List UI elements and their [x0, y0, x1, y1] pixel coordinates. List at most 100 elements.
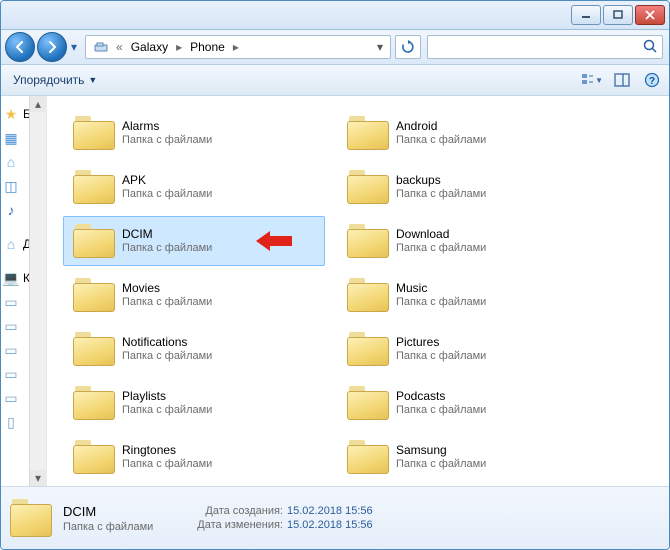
folder-name: backups: [396, 173, 486, 187]
help-button[interactable]: ?: [641, 70, 663, 90]
folder-subtitle: Папка с файлами: [122, 403, 212, 417]
folder-item[interactable]: NotificationsПапка с файлами: [63, 324, 325, 374]
folder-item[interactable]: PodcastsПапка с файлами: [337, 378, 599, 428]
sidebar-item-icon: ⌂: [3, 236, 19, 252]
content-area: ★Би▦⌂◫♪⌂Дс💻Кс▭▭▭▭▭▯ ▴ ▾ AlarmsПапка с фа…: [1, 96, 669, 486]
details-pane: DCIM Папка с файлами Дата создания: 15.0…: [1, 486, 669, 549]
scroll-down-icon[interactable]: ▾: [30, 470, 46, 486]
folder-name: Download: [396, 227, 486, 241]
command-bar: Упорядочить ▼ ▼ ?: [1, 65, 669, 96]
sidebar-item-icon: ▭: [3, 342, 19, 358]
folder-subtitle: Папка с файлами: [122, 295, 212, 309]
folder-item[interactable]: APKПапка с файлами: [63, 162, 325, 212]
scroll-up-icon[interactable]: ▴: [30, 96, 46, 112]
refresh-button[interactable]: [395, 35, 421, 59]
breadcrumb-galaxy[interactable]: Galaxy: [125, 36, 174, 58]
sidebar-item-icon: ▭: [3, 318, 19, 334]
folder-item[interactable]: MoviesПапка с файлами: [63, 270, 325, 320]
folder-name: Alarms: [122, 119, 212, 133]
folder-item[interactable]: AndroidПапка с файлами: [337, 108, 599, 158]
chevron-right-icon: ▸: [231, 40, 241, 54]
folder-item[interactable]: DownloadПапка с файлами: [337, 216, 599, 266]
folder-subtitle: Папка с файлами: [396, 295, 486, 309]
organize-menu[interactable]: Упорядочить ▼: [7, 71, 103, 89]
folder-name: Podcasts: [396, 389, 486, 403]
folder-icon: [72, 438, 116, 476]
folder-item[interactable]: backupsПапка с файлами: [337, 162, 599, 212]
maximize-button[interactable]: [603, 5, 633, 25]
folder-subtitle: Папка с файлами: [396, 187, 486, 201]
details-modified-value: 15.02.2018 15:56: [287, 519, 373, 531]
details-modified-label: Дата изменения:: [183, 519, 283, 531]
chevron-down-icon: ▼: [88, 75, 97, 85]
sidebar-item-icon: ▭: [3, 294, 19, 310]
details-created-value: 15.02.2018 15:56: [287, 505, 373, 517]
preview-pane-button[interactable]: [611, 70, 633, 90]
folder-subtitle: Папка с файлами: [396, 349, 486, 363]
minimize-button[interactable]: [571, 5, 601, 25]
folder-name: DCIM: [122, 227, 212, 241]
details-type: Папка с файлами: [63, 521, 173, 533]
navigation-pane[interactable]: ★Би▦⌂◫♪⌂Дс💻Кс▭▭▭▭▭▯ ▴ ▾: [1, 96, 47, 486]
folder-subtitle: Папка с файлами: [122, 133, 212, 147]
folder-icon: [72, 276, 116, 314]
back-button[interactable]: [5, 32, 35, 62]
folder-name: Pictures: [396, 335, 486, 349]
navigation-bar: ▾ « Galaxy ▸ Phone ▸ ▾: [1, 30, 669, 65]
forward-button[interactable]: [37, 32, 67, 62]
folder-name: Android: [396, 119, 486, 133]
folder-icon: [346, 222, 390, 260]
sidebar-item-icon: ▭: [3, 390, 19, 406]
folder-subtitle: Папка с файлами: [122, 187, 212, 201]
folder-subtitle: Папка с файлами: [396, 457, 486, 471]
folder-icon: [346, 438, 390, 476]
breadcrumb-phone[interactable]: Phone: [184, 36, 231, 58]
details-name: DCIM: [63, 504, 173, 519]
folder-item[interactable]: PlaylistsПапка с файлами: [63, 378, 325, 428]
folder-icon: [72, 114, 116, 152]
chevron-down-icon: ▼: [595, 76, 603, 85]
folder-item[interactable]: PicturesПапка с файлами: [337, 324, 599, 374]
sidebar-scrollbar[interactable]: ▴ ▾: [29, 96, 46, 486]
sidebar-item-icon: ▭: [3, 366, 19, 382]
folder-item[interactable]: RingtonesПапка с файлами: [63, 432, 325, 482]
sidebar-item-icon: ♪: [3, 202, 19, 218]
details-created-label: Дата создания:: [183, 505, 283, 517]
folder-icon: [346, 330, 390, 368]
folder-item[interactable]: DCIMПапка с файлами: [63, 216, 325, 266]
file-list[interactable]: AlarmsПапка с файламиAndroidПапка с файл…: [47, 96, 669, 486]
sidebar-item-icon: ★: [3, 106, 19, 122]
title-bar: [1, 1, 669, 30]
folder-icon: [72, 222, 116, 260]
folder-icon: [346, 168, 390, 206]
history-dropdown-icon[interactable]: ▾: [69, 40, 79, 54]
folder-icon: [72, 168, 116, 206]
address-bar[interactable]: « Galaxy ▸ Phone ▸ ▾: [85, 35, 391, 59]
folder-subtitle: Папка с файлами: [396, 241, 486, 255]
folder-icon: [9, 498, 53, 538]
folder-name: Playlists: [122, 389, 212, 403]
folder-icon: [72, 384, 116, 422]
folder-name: Samsung: [396, 443, 486, 457]
search-input[interactable]: [427, 35, 663, 59]
folder-name: Ringtones: [122, 443, 212, 457]
view-options-button[interactable]: ▼: [581, 70, 603, 90]
sidebar-item-icon: ⌂: [3, 154, 19, 170]
sidebar-item-icon: ▦: [3, 130, 19, 146]
folder-icon: [72, 330, 116, 368]
folder-subtitle: Папка с файлами: [396, 133, 486, 147]
search-icon: [642, 38, 658, 57]
folder-item[interactable]: SamsungПапка с файлами: [337, 432, 599, 482]
address-dropdown-icon[interactable]: ▾: [372, 40, 388, 54]
crumb-device-icon[interactable]: [88, 36, 114, 58]
folder-item[interactable]: MusicПапка с файлами: [337, 270, 599, 320]
folder-name: Music: [396, 281, 486, 295]
close-button[interactable]: [635, 5, 665, 25]
folder-icon: [346, 114, 390, 152]
crumb-sep-icon: «: [114, 40, 125, 54]
folder-item[interactable]: AlarmsПапка с файлами: [63, 108, 325, 158]
folder-subtitle: Папка с файлами: [122, 241, 212, 255]
explorer-window: ▾ « Galaxy ▸ Phone ▸ ▾ Упорядочить ▼: [0, 0, 670, 550]
folder-subtitle: Папка с файлами: [122, 349, 212, 363]
scroll-track[interactable]: [30, 112, 46, 470]
